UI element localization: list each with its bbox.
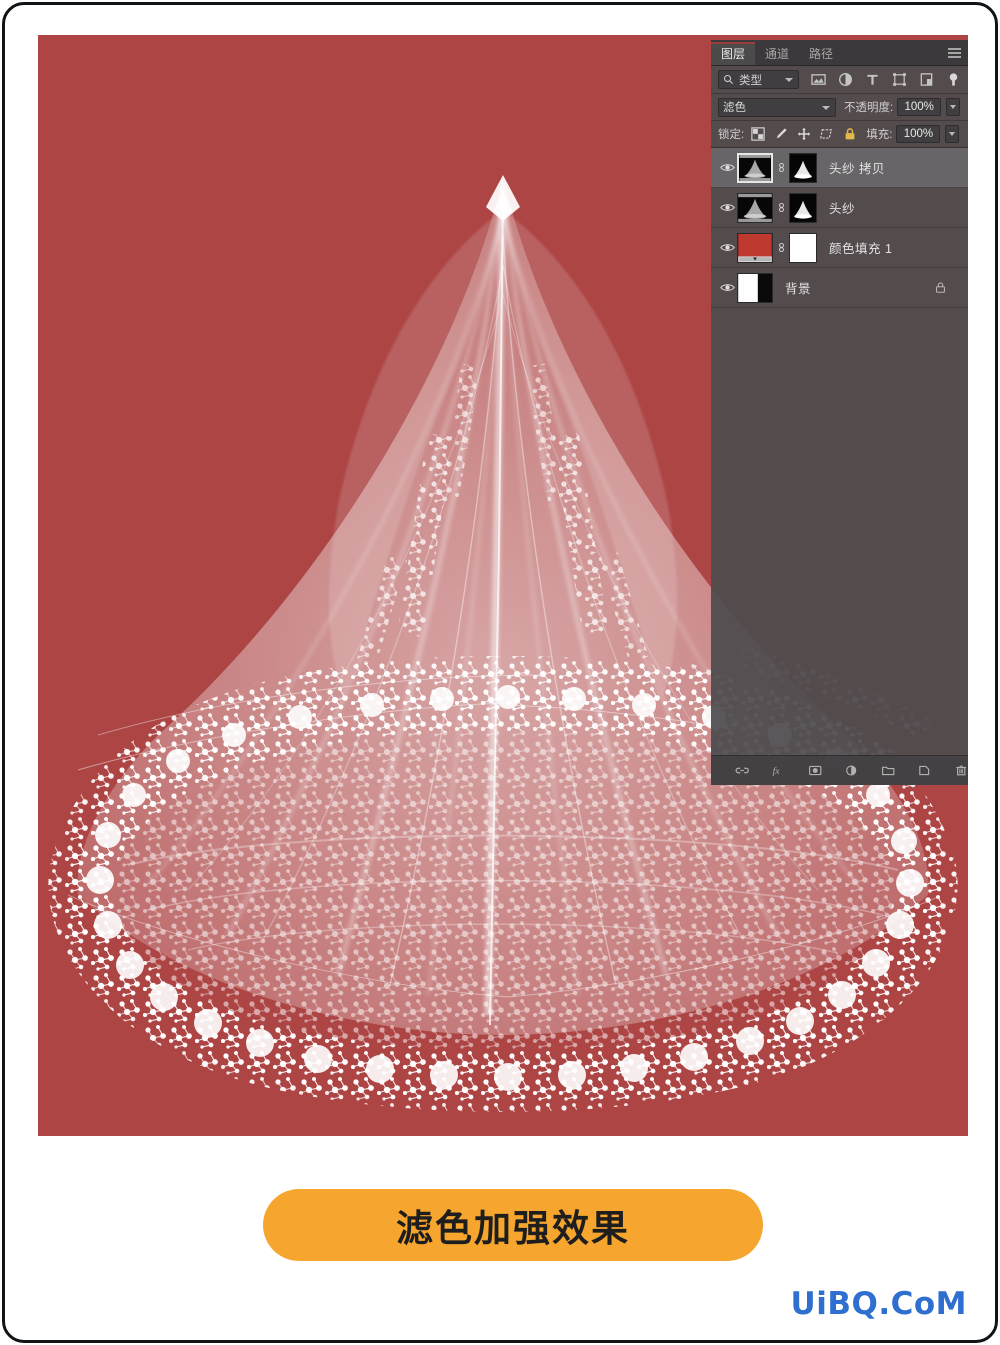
fill-input[interactable]: 100% [896, 125, 941, 143]
shape-layer-filter-icon[interactable] [892, 72, 907, 87]
lock-icon-group[interactable] [751, 127, 857, 141]
type-layer-filter-icon[interactable] [865, 72, 880, 87]
layer-row-veil-copy[interactable]: 头纱 拷贝 [711, 148, 968, 188]
eye-icon[interactable] [717, 282, 737, 293]
layer-thumbnail[interactable] [737, 192, 773, 223]
layer-style-fx-icon[interactable]: fx [771, 763, 785, 778]
tab-paths-label: 路径 [809, 47, 834, 61]
layer-name: 背景 [785, 282, 812, 296]
layers-panel[interactable]: 图层 通道 路径 类型 滤色 不透明度: 100% 锁定: 填充: 100% 头… [711, 40, 968, 785]
layer-name: 头纱 [829, 202, 856, 216]
layer-locked-icon [935, 281, 946, 297]
watermark-text: UiBQ.CoM [790, 1286, 967, 1322]
adjustment-layer-filter-icon[interactable] [838, 72, 853, 87]
layer-row-veil[interactable]: 头纱 [711, 188, 968, 228]
chevron-down-icon[interactable] [785, 78, 793, 82]
layer-name: 颜色填充 1 [829, 242, 893, 256]
opacity-value: 100% [904, 101, 934, 113]
caption-button-label: 滤色加强效果 [396, 1207, 630, 1250]
caption-button[interactable]: 滤色加强效果 [263, 1189, 763, 1261]
tab-channels[interactable]: 通道 [755, 44, 799, 65]
chevron-down-icon [949, 132, 956, 136]
lock-artboard-nesting-icon[interactable] [820, 127, 834, 141]
blend-mode-row[interactable]: 滤色 不透明度: 100% [711, 94, 968, 121]
blend-mode-value: 滤色 [723, 102, 746, 114]
new-layer-icon[interactable] [917, 763, 931, 778]
layer-thumbnail[interactable] [737, 152, 773, 183]
screenshot-frame: 图层 通道 路径 类型 滤色 不透明度: 100% 锁定: 填充: 100% 头… [2, 2, 998, 1343]
opacity-stepper[interactable] [946, 98, 961, 116]
link-layers-icon[interactable] [735, 763, 749, 778]
smart-object-filter-icon[interactable] [919, 72, 934, 87]
eye-icon[interactable] [717, 242, 737, 253]
filter-type-select[interactable]: 类型 [718, 70, 799, 89]
layer-thumbnail[interactable] [737, 272, 773, 303]
tab-layers-label: 图层 [721, 47, 746, 61]
tab-channels-label: 通道 [765, 47, 790, 61]
lock-position-icon[interactable] [797, 127, 811, 141]
fill-stepper[interactable] [945, 125, 960, 143]
fill-label: 填充: [866, 129, 893, 141]
search-icon [723, 74, 734, 85]
layer-list[interactable]: 头纱 拷贝 头纱 颜色填充 1 背景 [711, 148, 968, 593]
pixel-layer-filter-icon[interactable] [811, 72, 826, 87]
filter-type-label: 类型 [739, 74, 762, 87]
new-group-icon[interactable] [881, 763, 895, 778]
panel-tab-bar[interactable]: 图层 通道 路径 [711, 40, 968, 66]
eye-icon[interactable] [717, 162, 737, 173]
tab-paths[interactable]: 路径 [799, 44, 843, 65]
svg-text:fx: fx [773, 766, 781, 777]
tab-layers[interactable]: 图层 [711, 42, 756, 65]
filter-toggle-icon[interactable] [946, 72, 961, 87]
filter-icon-group[interactable] [811, 72, 961, 87]
fill-value: 100% [903, 128, 934, 140]
layer-thumbnail-color-swatch[interactable] [737, 232, 773, 263]
photoshop-canvas[interactable]: 图层 通道 路径 类型 滤色 不透明度: 100% 锁定: 填充: 100% 头… [38, 35, 968, 1136]
lock-label: 锁定: [718, 129, 745, 141]
layer-filter-row[interactable]: 类型 [711, 66, 968, 94]
delete-layer-icon[interactable] [954, 763, 968, 778]
panel-menu-icon[interactable] [948, 48, 961, 58]
link-mask-icon[interactable] [775, 161, 787, 174]
new-adjustment-layer-icon[interactable] [844, 763, 858, 778]
watermark: UiBQ.CoM [791, 1286, 967, 1322]
page-root: 图层 通道 路径 类型 滤色 不透明度: 100% 锁定: 填充: 100% 头… [0, 0, 1000, 1345]
lock-all-icon[interactable] [843, 127, 857, 141]
lock-transparent-pixels-icon[interactable] [751, 127, 765, 141]
chevron-down-icon[interactable] [822, 105, 830, 110]
lock-row[interactable]: 锁定: 填充: 100% [711, 121, 968, 148]
opacity-label: 不透明度: [844, 102, 894, 114]
layer-row-color-fill[interactable]: 颜色填充 1 [711, 228, 968, 268]
layer-mask-thumbnail[interactable] [789, 152, 817, 183]
link-mask-icon[interactable] [775, 241, 787, 254]
opacity-input[interactable]: 100% [897, 98, 942, 116]
add-layer-mask-icon[interactable] [808, 763, 822, 778]
blend-mode-select[interactable]: 滤色 [718, 97, 836, 117]
layer-list-empty-space [711, 308, 968, 593]
layer-mask-thumbnail[interactable] [789, 192, 817, 223]
layer-mask-thumbnail[interactable] [789, 232, 817, 263]
chevron-down-icon [950, 105, 957, 109]
layer-name: 头纱 拷贝 [829, 162, 885, 176]
eye-icon[interactable] [717, 202, 737, 213]
layers-panel-toolbar[interactable]: fx [711, 755, 968, 785]
lock-image-pixels-icon[interactable] [774, 127, 788, 141]
layer-row-background[interactable]: 背景 [711, 268, 968, 308]
link-mask-icon[interactable] [775, 201, 787, 214]
